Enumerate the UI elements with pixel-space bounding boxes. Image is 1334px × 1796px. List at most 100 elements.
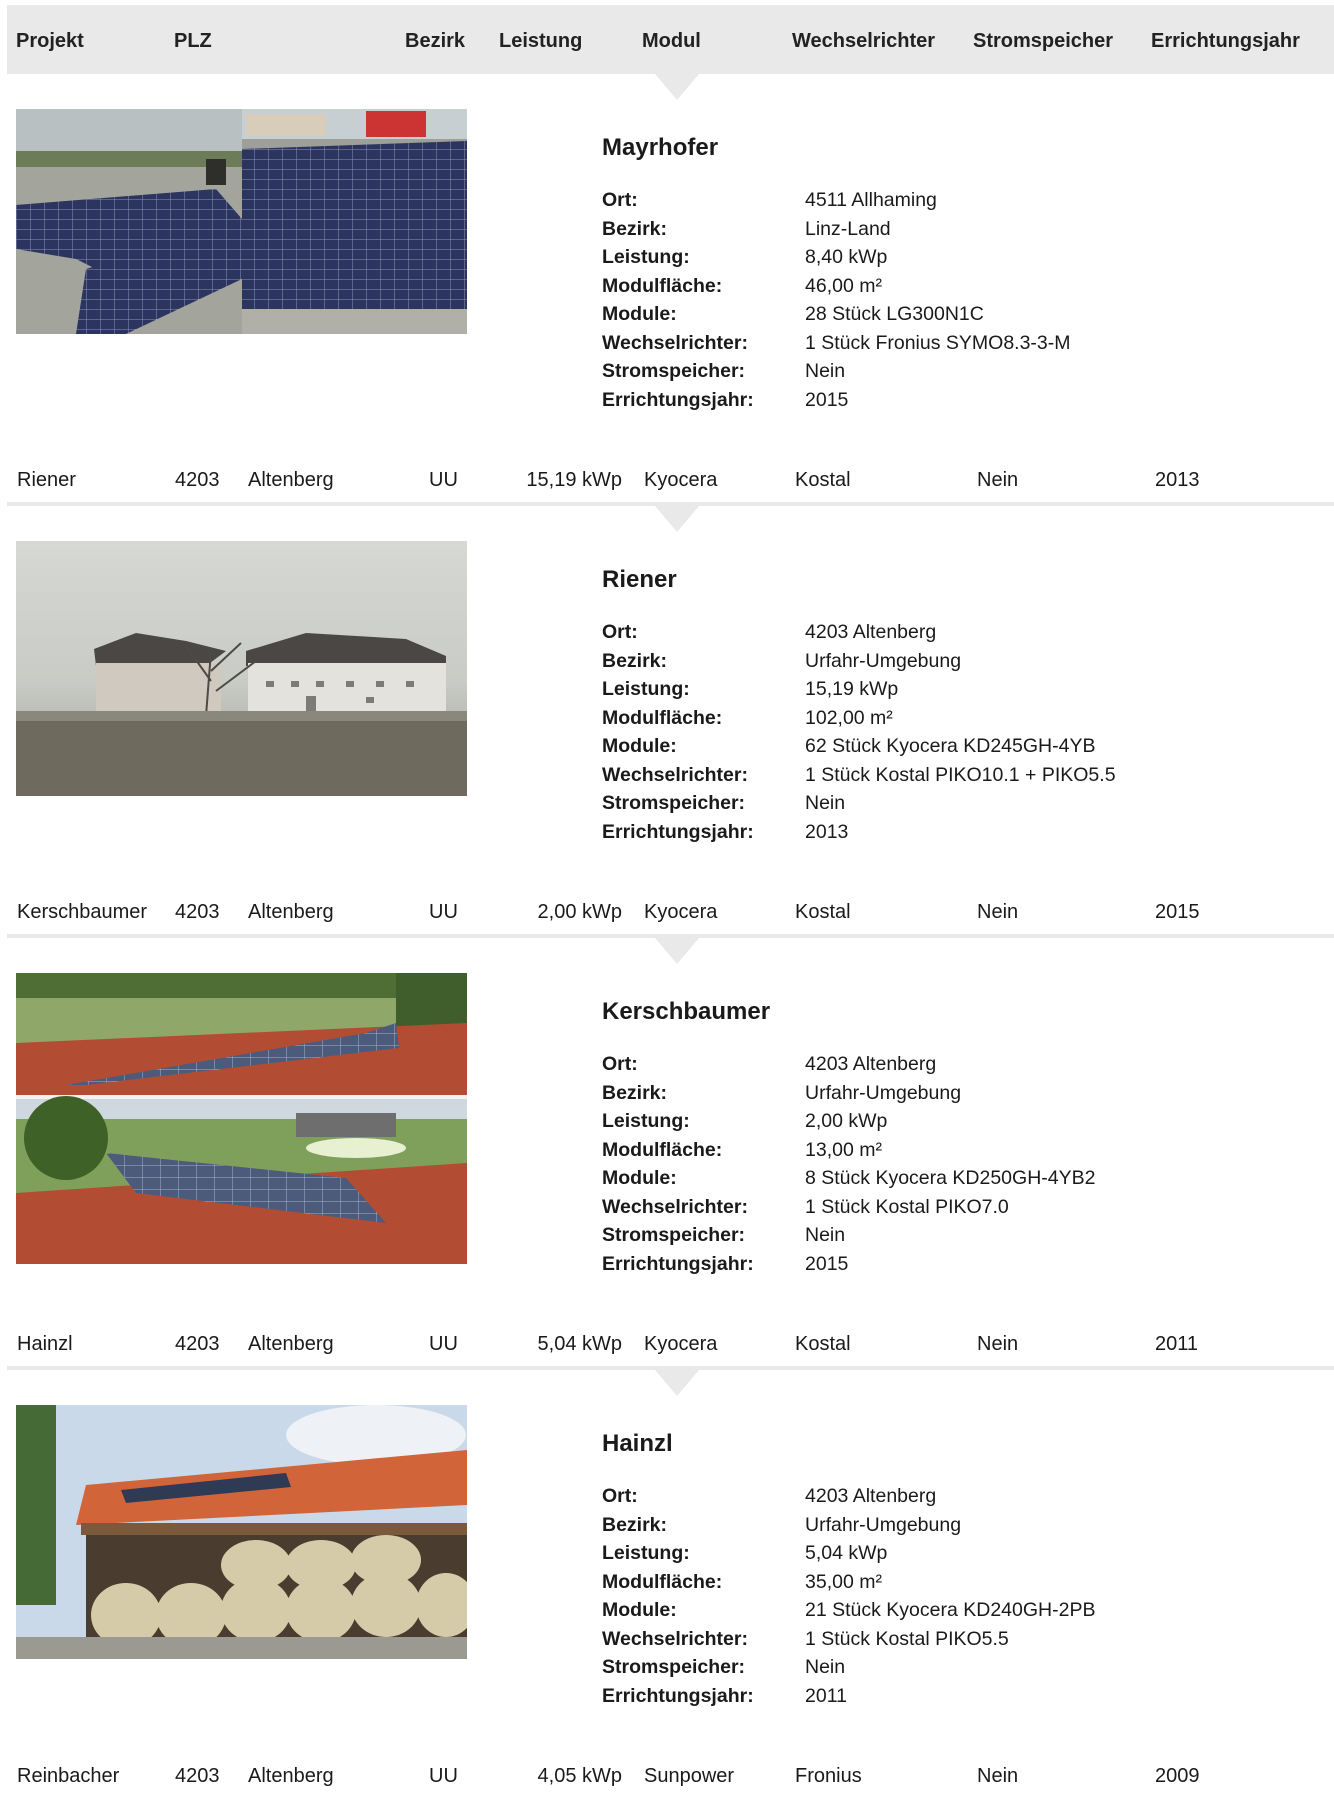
detail-value: 1 Stück Kostal PIKO5.5 bbox=[805, 1627, 1009, 1650]
cell-ort: Altenberg bbox=[248, 1765, 334, 1787]
project-title: Riener bbox=[602, 566, 677, 593]
detail-value: 2,00 kWp bbox=[805, 1110, 888, 1132]
project-photo bbox=[16, 541, 467, 796]
project-title: Mayrhofer bbox=[602, 134, 719, 161]
col-header-bezirk[interactable]: Bezirk bbox=[405, 30, 465, 53]
cell-wechselrichter: Fronius bbox=[795, 1765, 862, 1787]
cell-projekt: Riener bbox=[17, 469, 76, 491]
detail-label: Module: bbox=[602, 303, 677, 325]
col-header-modul[interactable]: Modul bbox=[642, 30, 701, 53]
cell-jahr: 2015 bbox=[1155, 901, 1200, 923]
detail-label: Errichtungsjahr: bbox=[602, 820, 754, 843]
col-header-wechselrichter[interactable]: Wechselrichter bbox=[792, 30, 935, 53]
detail-label: Module: bbox=[602, 1599, 677, 1621]
cell-projekt: Hainzl bbox=[17, 1333, 73, 1355]
cell-bezirk: UU bbox=[429, 901, 458, 923]
cell-modul: Kyocera bbox=[644, 901, 718, 923]
detail-label: Bezirk: bbox=[602, 649, 668, 672]
project-photo bbox=[16, 973, 467, 1264]
detail-value: 5,04 kWp bbox=[805, 1542, 888, 1564]
detail-label: Modulfläche: bbox=[602, 1138, 723, 1161]
col-header-leistung[interactable]: Leistung bbox=[499, 30, 582, 53]
cell-bezirk: UU bbox=[429, 469, 458, 491]
detail-label: Stromspeicher: bbox=[602, 792, 746, 814]
cell-modul: Sunpower bbox=[644, 1765, 735, 1787]
detail-value: 8 Stück Kyocera KD250GH-4YB2 bbox=[805, 1167, 1096, 1189]
detail-value: Nein bbox=[805, 792, 846, 814]
detail-value: 35,00 m² bbox=[805, 1570, 882, 1593]
cell-plz: 4203 bbox=[175, 901, 220, 923]
project-title: Kerschbaumer bbox=[602, 998, 771, 1025]
detail-label: Ort: bbox=[602, 189, 638, 211]
detail-value: 102,00 m² bbox=[805, 706, 893, 729]
detail-value: Linz-Land bbox=[805, 217, 891, 240]
detail-value: 28 Stück LG300N1C bbox=[805, 303, 984, 325]
expand-caret-icon bbox=[655, 1370, 699, 1396]
project-photo bbox=[16, 1405, 467, 1659]
detail-value: 2013 bbox=[805, 820, 849, 843]
detail-value: 46,00 m² bbox=[805, 274, 882, 297]
detail-value: 4203 Altenberg bbox=[805, 621, 937, 643]
detail-value: 62 Stück Kyocera KD245GH-4YB bbox=[805, 735, 1096, 757]
detail-value: 21 Stück Kyocera KD240GH-2PB bbox=[805, 1599, 1096, 1621]
cell-ort: Altenberg bbox=[248, 469, 334, 491]
table-row[interactable]: Kerschbaumer 4203 Altenberg UU 2,00 kWp … bbox=[0, 895, 1334, 929]
cell-jahr: 2009 bbox=[1155, 1765, 1200, 1787]
detail-value: 4203 Altenberg bbox=[805, 1053, 937, 1075]
cell-leistung: 5,04 kWp bbox=[537, 1333, 622, 1355]
cell-jahr: 2011 bbox=[1155, 1333, 1199, 1355]
detail-label: Errichtungsjahr: bbox=[602, 388, 754, 411]
detail-label: Stromspeicher: bbox=[602, 1656, 746, 1678]
detail-label: Leistung: bbox=[602, 246, 690, 268]
detail-value: 4511 Allhaming bbox=[805, 189, 937, 211]
col-header-plz[interactable]: PLZ bbox=[174, 30, 212, 53]
cell-stromspeicher: Nein bbox=[977, 1333, 1019, 1355]
expand-caret-icon bbox=[655, 74, 699, 100]
project-photo bbox=[16, 109, 467, 334]
table-row[interactable]: Hainzl 4203 Altenberg UU 5,04 kWp Kyocer… bbox=[0, 1327, 1334, 1361]
col-header-errichtungsjahr[interactable]: Errichtungsjahr bbox=[1151, 30, 1300, 53]
detail-label: Module: bbox=[602, 1167, 677, 1189]
cell-plz: 4203 bbox=[175, 469, 220, 491]
detail-label: Ort: bbox=[602, 621, 638, 643]
cell-wechselrichter: Kostal bbox=[795, 901, 851, 923]
detail-value: 13,00 m² bbox=[805, 1138, 882, 1161]
col-header-stromspeicher[interactable]: Stromspeicher bbox=[973, 30, 1113, 53]
detail-label: Leistung: bbox=[602, 678, 690, 700]
cell-stromspeicher: Nein bbox=[977, 1765, 1019, 1787]
table-row[interactable]: Riener 4203 Altenberg UU 15,19 kWp Kyoce… bbox=[0, 463, 1334, 497]
detail-value: 1 Stück Kostal PIKO7.0 bbox=[805, 1195, 1009, 1218]
cell-wechselrichter: Kostal bbox=[795, 1333, 851, 1355]
detail-label: Ort: bbox=[602, 1485, 638, 1507]
detail-label: Errichtungsjahr: bbox=[602, 1684, 754, 1707]
table-row[interactable]: Reinbacher 4203 Altenberg UU 4,05 kWp Su… bbox=[0, 1759, 1334, 1793]
detail-label: Modulfläche: bbox=[602, 1570, 723, 1593]
detail-value: Urfahr-Umgebung bbox=[805, 649, 962, 672]
detail-value: 1 Stück Fronius SYMO8.3-3-M bbox=[805, 331, 1071, 354]
detail-value: 2011 bbox=[805, 1684, 847, 1707]
detail-value: 2015 bbox=[805, 1252, 849, 1275]
detail-label: Bezirk: bbox=[602, 1081, 668, 1104]
cell-ort: Altenberg bbox=[248, 1333, 334, 1355]
col-header-projekt[interactable]: Projekt bbox=[16, 30, 84, 53]
detail-label: Wechselrichter: bbox=[602, 763, 748, 786]
cell-plz: 4203 bbox=[175, 1765, 220, 1787]
cell-projekt: Reinbacher bbox=[17, 1765, 120, 1787]
detail-value: 4203 Altenberg bbox=[805, 1485, 937, 1507]
detail-value: 15,19 kWp bbox=[805, 678, 899, 700]
cell-leistung: 15,19 kWp bbox=[526, 469, 622, 491]
cell-wechselrichter: Kostal bbox=[795, 469, 851, 491]
detail-label: Stromspeicher: bbox=[602, 360, 746, 382]
detail-label: Module: bbox=[602, 735, 677, 757]
expand-caret-icon bbox=[655, 938, 699, 964]
detail-label: Leistung: bbox=[602, 1110, 690, 1132]
detail-value: 8,40 kWp bbox=[805, 246, 888, 268]
cell-modul: Kyocera bbox=[644, 1333, 718, 1355]
detail-label: Wechselrichter: bbox=[602, 1195, 748, 1218]
detail-label: Modulfläche: bbox=[602, 706, 723, 729]
detail-label: Wechselrichter: bbox=[602, 331, 748, 354]
cell-stromspeicher: Nein bbox=[977, 901, 1019, 923]
cell-projekt: Kerschbaumer bbox=[17, 901, 148, 923]
detail-value: 2015 bbox=[805, 388, 849, 411]
cell-jahr: 2013 bbox=[1155, 469, 1200, 491]
